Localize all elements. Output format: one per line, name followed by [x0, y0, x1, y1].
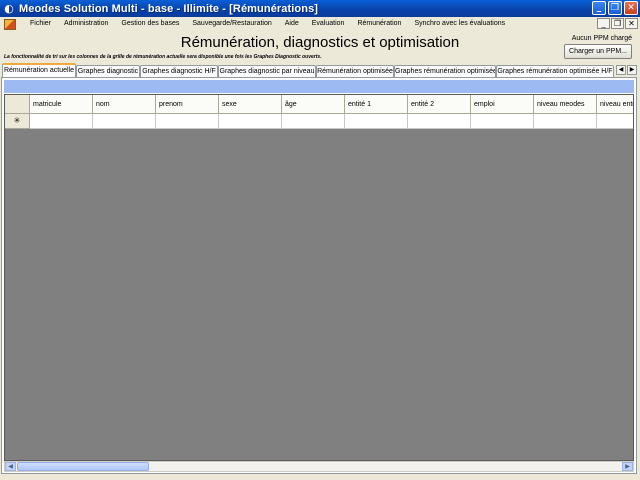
menu-administration[interactable]: Administration — [58, 17, 115, 31]
chevron-left-icon[interactable]: ◀ — [5, 462, 16, 471]
new-row-cell-entite-1[interactable] — [345, 114, 408, 129]
column-header-niveau-entreprise[interactable]: niveau entreprise — [597, 95, 633, 114]
chevron-right-icon[interactable]: ▶ — [622, 462, 633, 471]
tab-graphes-diagnostic[interactable]: Graphes diagnostic — [76, 65, 140, 77]
page-title: Rémunération, diagnostics et optimisatio… — [180, 34, 460, 51]
tab-scroll-right-icon[interactable]: ▶ — [627, 65, 637, 75]
menu-gestion-des-bases[interactable]: Gestion des bases — [115, 17, 186, 31]
column-header-entite-2[interactable]: entité 2 — [408, 95, 471, 114]
new-row-cell-entite-2[interactable] — [408, 114, 471, 129]
new-row-cell-prenom[interactable] — [156, 114, 219, 129]
ppm-status-label: Aucun PPM chargé — [571, 35, 632, 42]
menu-remuneration[interactable]: Rémunération — [351, 17, 408, 31]
tab-graphes-diagnostic-hf[interactable]: Graphes diagnostic H/F — [140, 65, 218, 77]
horizontal-scrollbar[interactable]: ◀ ▶ — [4, 461, 634, 472]
menu-aide[interactable]: Aide — [279, 17, 306, 31]
tab-graphes-diagnostic-niveau[interactable]: Graphes diagnostic par niveau — [218, 65, 316, 77]
column-header-entite-1[interactable]: entité 1 — [345, 95, 408, 114]
column-header-matricule[interactable]: matricule — [30, 95, 93, 114]
tab-scroll-controls: ◀ ▶ — [616, 65, 637, 75]
new-row-cell-emploi[interactable] — [471, 114, 534, 129]
tab-scroll-left-icon[interactable]: ◀ — [616, 65, 626, 75]
page-header: Rémunération, diagnostics et optimisatio… — [0, 31, 640, 63]
column-header-prenom[interactable]: prenom — [156, 95, 219, 114]
grid-header-row: matricule nom prenom sexe âge entité 1 e… — [5, 95, 633, 114]
minimize-icon[interactable]: _ — [592, 1, 606, 15]
tab-graphes-remuneration-optimisee-hf[interactable]: Graphes rémunération optimisée H/F — [496, 65, 614, 77]
menu-fichier[interactable]: Fichier — [24, 17, 58, 31]
menu-sauvegarde-restauration[interactable]: Sauvegarde/Restauration — [186, 17, 278, 31]
tab-content-panel: matricule nom prenom sexe âge entité 1 e… — [1, 77, 637, 474]
mdi-child-icon[interactable] — [4, 18, 16, 30]
load-ppm-button[interactable]: Charger un PPM... — [564, 44, 632, 59]
menu-evaluation[interactable]: Evaluation — [306, 17, 352, 31]
title-bar[interactable]: ◐ Meodes Solution Multi - base - Illimit… — [0, 0, 640, 17]
column-header-age[interactable]: âge — [282, 95, 345, 114]
window-controls: _ ❐ ✕ — [592, 1, 638, 15]
mdi-close-icon[interactable]: ✕ — [625, 18, 638, 29]
new-row-marker-icon[interactable]: ✳ — [5, 114, 30, 129]
column-header-niveau-meodes[interactable]: niveau meodes — [534, 95, 597, 114]
column-header-nom[interactable]: nom — [93, 95, 156, 114]
new-row-cell-age[interactable] — [282, 114, 345, 129]
sort-info-note: La fonctionnalité de tri sur les colonne… — [4, 54, 322, 60]
new-row-cell-niveau-meodes[interactable] — [534, 114, 597, 129]
window-title: Meodes Solution Multi - base - Illimite … — [19, 2, 319, 15]
column-header-sexe[interactable]: sexe — [219, 95, 282, 114]
mdi-minimize-icon[interactable]: _ — [597, 18, 610, 29]
tab-graphes-remuneration-optimisee[interactable]: Graphes rémunération optimisée — [394, 65, 496, 77]
scrollbar-thumb[interactable] — [17, 462, 149, 471]
new-row-cell-niveau-entreprise[interactable] — [597, 114, 633, 129]
mdi-controls: _ ❐ ✕ — [597, 18, 638, 29]
grid-corner[interactable] — [5, 95, 30, 114]
new-row-cell-nom[interactable] — [93, 114, 156, 129]
meodes-app-icon[interactable]: ◐ — [2, 2, 16, 16]
maximize-icon[interactable]: ❐ — [608, 1, 622, 15]
new-row-cell-matricule[interactable] — [30, 114, 93, 129]
menu-bar: Fichier Administration Gestion des bases… — [0, 17, 640, 31]
grid-caption-strip — [4, 80, 634, 93]
new-row: ✳ — [5, 114, 633, 129]
mdi-restore-icon[interactable]: ❐ — [611, 18, 624, 29]
new-row-cell-sexe[interactable] — [219, 114, 282, 129]
app-window: ◐ Meodes Solution Multi - base - Illimit… — [0, 0, 640, 480]
tab-remuneration-actuelle[interactable]: Rémunération actuelle — [2, 63, 76, 77]
tab-strip: Rémunération actuelle Graphes diagnostic… — [0, 63, 640, 77]
close-icon[interactable]: ✕ — [624, 1, 638, 15]
menu-synchro-evaluations[interactable]: Synchro avec les évaluations — [408, 17, 512, 31]
column-header-emploi[interactable]: emploi — [471, 95, 534, 114]
tab-remuneration-optimisee[interactable]: Rémunération optimisée — [316, 65, 394, 77]
remuneration-grid[interactable]: matricule nom prenom sexe âge entité 1 e… — [4, 94, 634, 461]
